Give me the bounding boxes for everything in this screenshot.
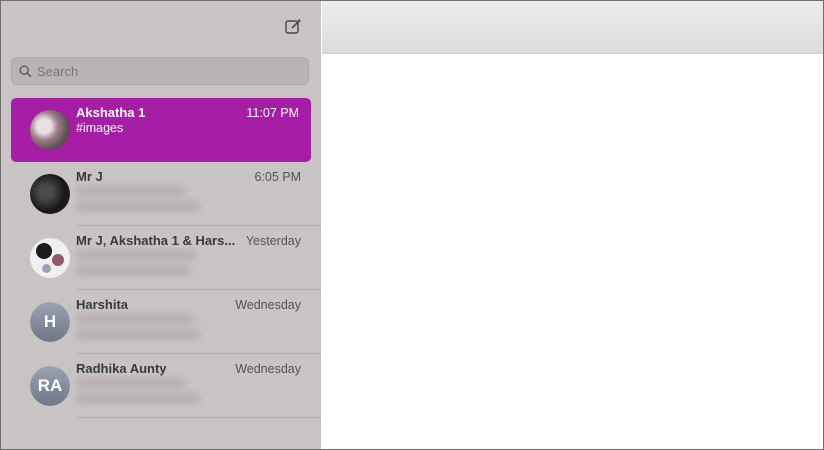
avatar-initials: RA [30, 366, 70, 406]
blurred-preview [76, 264, 191, 276]
divider [76, 417, 321, 418]
blurred-preview [76, 200, 201, 212]
conversation-item-harshita[interactable]: H Harshita Wednesday [11, 290, 321, 354]
avatar: H [30, 302, 70, 342]
conversation-item-radhika-aunty[interactable]: RA Radhika Aunty Wednesday [11, 354, 321, 418]
avatar [42, 264, 51, 273]
conversation-time: Wednesday [235, 298, 301, 312]
avatar: RA [30, 366, 70, 406]
conversation-name: Akshatha 1 [76, 105, 146, 120]
conversation-name: Harshita [76, 297, 129, 312]
conversation-pane [322, 54, 823, 449]
blurred-preview [76, 249, 196, 261]
blurred-preview [76, 328, 201, 340]
compose-icon [285, 19, 301, 34]
conversation-item-mr-j[interactable]: Mr J 6:05 PM [11, 162, 321, 226]
conversation-name: Mr J [76, 169, 103, 184]
conversation-name: Mr J, Akshatha 1 & Hars... [76, 233, 236, 248]
search-box[interactable] [11, 57, 309, 85]
messages-window: Akshatha 1 11:07 PM #images Mr J 6:05 PM… [0, 0, 824, 450]
search-input[interactable] [37, 61, 297, 81]
conversation-preview: #images [76, 121, 124, 135]
sidebar: Akshatha 1 11:07 PM #images Mr J 6:05 PM… [1, 1, 321, 449]
group-avatar [30, 238, 70, 278]
search-icon [19, 65, 32, 78]
blurred-preview [76, 392, 201, 404]
blurred-preview [76, 377, 186, 389]
conversation-name: Radhika Aunty [76, 361, 167, 376]
conversation-time: 11:07 PM [246, 106, 299, 120]
conversation-time: 6:05 PM [254, 170, 301, 184]
conversation-item-akshatha-1[interactable]: Akshatha 1 11:07 PM #images [11, 98, 311, 162]
blurred-preview [76, 185, 186, 197]
avatar [30, 174, 70, 214]
conversation-time: Yesterday [245, 234, 301, 248]
avatar [30, 110, 70, 150]
avatar-initials: H [30, 302, 70, 342]
conversation-time: Wednesday [235, 362, 301, 376]
conversation-item-group[interactable]: Mr J, Akshatha 1 & Hars... Yesterday [11, 226, 321, 290]
sidebar-toolbar [1, 1, 321, 53]
conversation-header [322, 1, 823, 54]
blurred-preview [76, 313, 194, 325]
avatar [36, 243, 52, 259]
compose-button[interactable] [283, 17, 303, 37]
avatar [52, 254, 64, 266]
